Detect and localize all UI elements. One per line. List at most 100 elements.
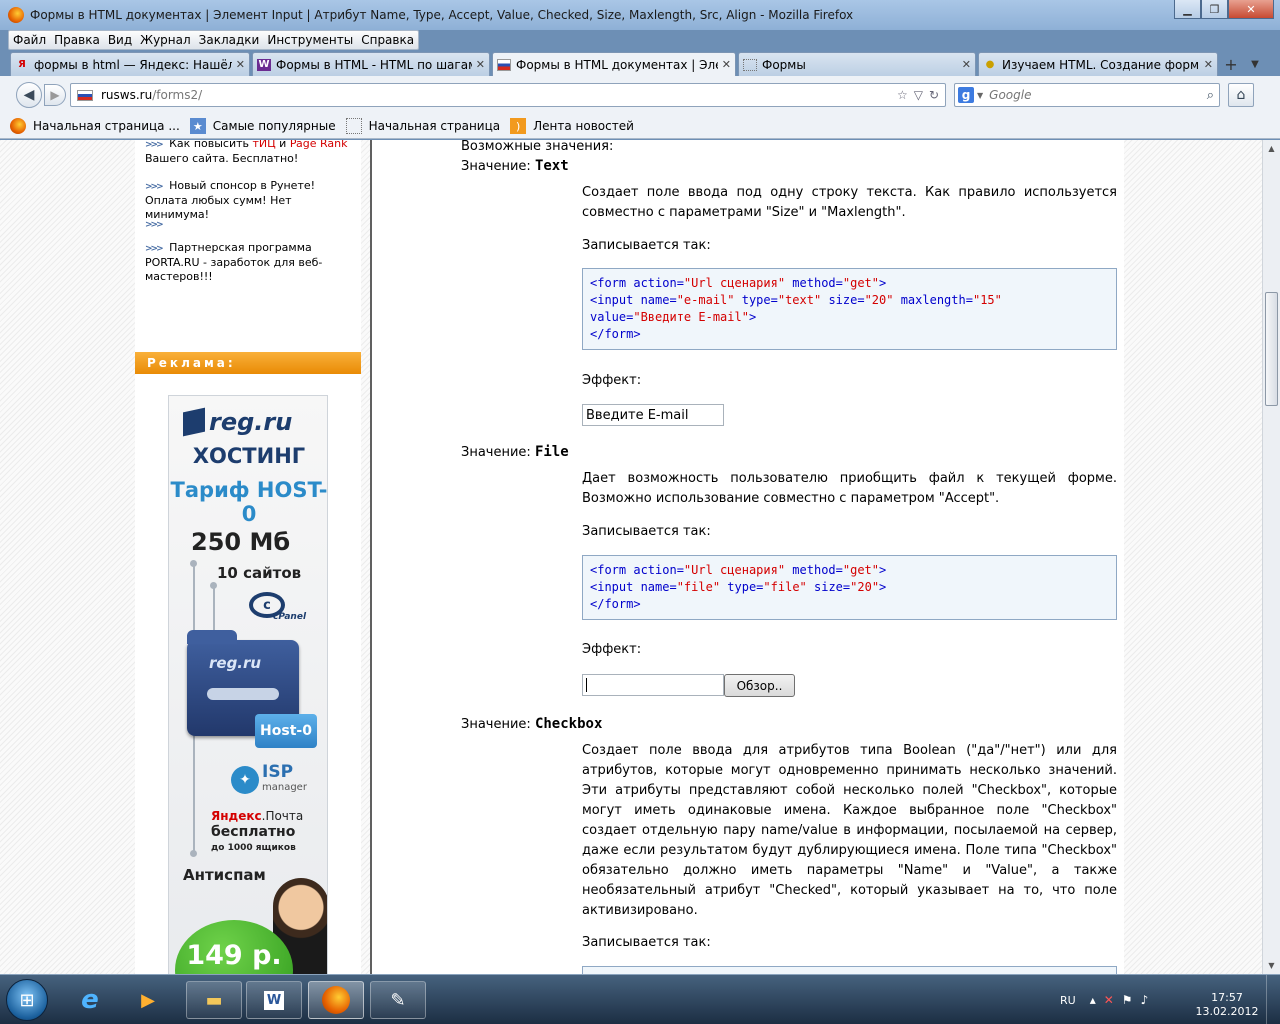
close-tab-icon[interactable]: ✕: [1204, 58, 1213, 71]
menu-history[interactable]: Журнал: [136, 31, 195, 49]
news-text: и: [275, 140, 290, 150]
banner-logo-text: reg.ru: [209, 408, 293, 436]
news-item-3[interactable]: >>>: [145, 217, 359, 232]
bookmark-home-1[interactable]: Начальная страница ...: [10, 118, 180, 134]
flag-icon: [497, 58, 511, 71]
close-tab-icon[interactable]: ✕: [236, 58, 245, 71]
tab-label: формы в html — Яндекс: Нашёлс...: [34, 57, 232, 72]
bookmarks-bar: Начальная страница ... ★ Самые популярны…: [0, 114, 1280, 139]
tray-chevron-icon[interactable]: ▴: [1090, 993, 1096, 1007]
reg-ru-banner[interactable]: reg.ru ХОСТИНГ Тариф HOST-0 250 Мб 10 са…: [168, 395, 328, 974]
chevron-down-icon[interactable]: ▼: [977, 91, 983, 100]
start-button[interactable]: ⊞: [6, 979, 48, 1021]
demo-file-input[interactable]: [582, 674, 724, 696]
bookmark-star-icon[interactable]: ☆: [897, 88, 908, 102]
volume-icon[interactable]: ♪: [1141, 993, 1149, 1007]
dropdown-icon[interactable]: ▽: [914, 88, 923, 102]
url-bar-icons: ☆ ▽ ↻: [897, 88, 945, 102]
url-bar[interactable]: rusws.ru/forms2/ ☆ ▽ ↻: [70, 83, 946, 107]
menu-bookmarks[interactable]: Закладки: [195, 31, 264, 49]
reg-ru-logo: reg.ru: [183, 407, 293, 437]
isp-manager-logo: ✦ ISP manager: [231, 764, 307, 796]
news-item-2[interactable]: >>> Новый спонсор в Рунете! Оплата любых…: [145, 179, 359, 222]
banner-dot: [190, 850, 197, 857]
news-link-tic[interactable]: тИЦ: [253, 140, 276, 150]
bookmark-home-2[interactable]: Начальная страница: [345, 118, 500, 134]
effect-label: Эффект:: [582, 642, 642, 657]
menu-help[interactable]: Справка: [357, 31, 418, 49]
taskbar-notepad[interactable]: ✎: [370, 981, 426, 1019]
search-bar[interactable]: g ▼ ⌕: [954, 83, 1220, 107]
written-as-label: Записывается так:: [582, 524, 711, 539]
news-text: Вашего сайта. Бесплатно!: [145, 152, 299, 165]
taskbar-ie[interactable]: e: [62, 981, 118, 1019]
news-text: Партнерская программа PORTA.RU - заработ…: [145, 241, 323, 283]
back-button[interactable]: ◀: [16, 82, 42, 108]
bookmark-news-feed[interactable]: ) Лента новостей: [510, 118, 634, 134]
news-link-pagerank[interactable]: Page Rank: [290, 140, 348, 150]
isp-icon: ✦: [231, 766, 259, 794]
folder-tab: [187, 630, 237, 644]
site-identity-icon[interactable]: [77, 89, 93, 101]
taskbar-media-player[interactable]: ▶: [120, 981, 176, 1019]
arrow-left-icon: ◀: [23, 87, 35, 103]
left-sidebar: >>> Как повысить тИЦ и Page Rank Вашего …: [135, 140, 361, 974]
banner-hosting: ХОСТИНГ: [192, 444, 306, 468]
browse-button[interactable]: Обзор..: [724, 674, 795, 697]
close-tab-icon[interactable]: ✕: [476, 58, 485, 71]
tab-forms-active[interactable]: Формы в HTML документах | Эле... ✕: [492, 52, 736, 76]
bookmark-popular[interactable]: ★ Самые популярные: [189, 118, 336, 134]
maximize-button[interactable]: ❐: [1201, 0, 1228, 19]
tab-label: Формы в HTML - HTML по шагам...: [276, 57, 472, 72]
clock[interactable]: 17:57 13.02.2012: [1192, 991, 1262, 1019]
value-label-checkbox: Значение: Checkbox: [461, 716, 602, 732]
reload-icon[interactable]: ↻: [929, 88, 939, 102]
tab-label: Формы: [762, 57, 806, 72]
menu-file[interactable]: Файл: [9, 31, 50, 49]
new-tab-button[interactable]: +: [1220, 52, 1242, 76]
clock-date: 13.02.2012: [1195, 1005, 1259, 1018]
taskbar-explorer[interactable]: ▬: [186, 981, 242, 1019]
network-icon[interactable]: ✕: [1104, 993, 1114, 1007]
close-tab-icon[interactable]: ✕: [962, 58, 971, 71]
taskbar-word[interactable]: W: [246, 981, 302, 1019]
url-path: /forms2/: [152, 88, 203, 102]
news-item-4[interactable]: >>> Партнерская программа PORTA.RU - зар…: [145, 241, 359, 284]
show-desktop-button[interactable]: [1266, 975, 1280, 1024]
firefox-icon: [10, 118, 26, 134]
news-item-1[interactable]: >>> Как повысить тИЦ и Page Rank Вашего …: [145, 140, 359, 166]
menu-view[interactable]: Вид: [104, 31, 136, 49]
menu-bar: Файл Правка Вид Журнал Закладки Инструме…: [8, 30, 420, 50]
close-button[interactable]: ✕: [1228, 0, 1274, 19]
scroll-down-icon[interactable]: ▼: [1263, 957, 1280, 974]
triple-arrow-icon: >>>: [145, 182, 164, 192]
flag-tray-icon[interactable]: ⚑: [1122, 993, 1133, 1007]
minimize-button[interactable]: ▁: [1174, 0, 1201, 19]
vertical-scrollbar[interactable]: ▲ ▼: [1262, 140, 1280, 974]
menu-edit[interactable]: Правка: [50, 31, 104, 49]
home-button[interactable]: ⌂: [1228, 83, 1254, 107]
navigation-bar: ◀ ▶ rusws.ru/forms2/ ☆ ▽ ↻ g ▼ ⌕ ⌂: [0, 76, 1280, 114]
menu-tools[interactable]: Инструменты: [263, 31, 357, 49]
folder-icon: ▬: [205, 989, 223, 1011]
language-indicator[interactable]: RU: [1060, 994, 1076, 1007]
close-tab-icon[interactable]: ✕: [722, 58, 731, 71]
search-input[interactable]: [989, 88, 1180, 102]
yandex-mail-block: Яндекс.Почта бесплатно до 1000 ящиков: [211, 808, 303, 856]
window-title-bar[interactable]: Формы в HTML документах | Элемент Input …: [0, 0, 1280, 30]
rss-icon: ): [510, 118, 527, 134]
scrollbar-thumb[interactable]: [1265, 292, 1278, 406]
list-all-tabs-button[interactable]: ▼: [1244, 52, 1266, 76]
tab-learn-html[interactable]: ● Изучаем HTML. Создание форм (... ✕: [978, 52, 1218, 76]
scroll-up-icon[interactable]: ▲: [1263, 140, 1280, 157]
tab-forms[interactable]: Формы ✕: [738, 52, 976, 76]
google-icon[interactable]: g: [958, 87, 974, 103]
forward-button[interactable]: ▶: [44, 84, 66, 106]
tab-html-steps[interactable]: W Формы в HTML - HTML по шагам... ✕: [252, 52, 490, 76]
tab-yandex[interactable]: Я формы в html — Яндекс: Нашёлс... ✕: [10, 52, 250, 76]
demo-email-input[interactable]: [582, 404, 724, 426]
main-content: Возможные значения: Значение: Text Созда…: [372, 140, 1124, 974]
taskbar-firefox[interactable]: [308, 981, 364, 1019]
tab-label: Изучаем HTML. Создание форм (...: [1002, 57, 1200, 72]
search-icon[interactable]: ⌕: [1207, 88, 1214, 103]
